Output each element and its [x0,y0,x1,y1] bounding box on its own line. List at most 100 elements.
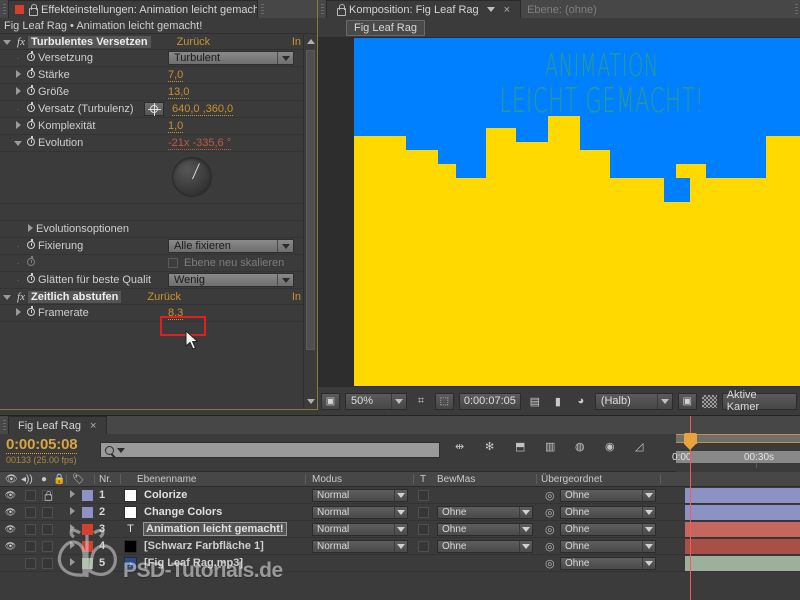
stopwatch-icon[interactable] [24,101,38,115]
live-update-icon[interactable]: ⇹ [455,440,471,456]
parent-dropdown[interactable]: Ohne [560,505,656,519]
column-header-mode[interactable]: Modus [312,474,342,485]
track-matte-dropdown[interactable]: Ohne [437,505,533,519]
panel-grip[interactable] [0,416,8,434]
label-color-swatch[interactable] [82,540,93,552]
lock-icon[interactable] [28,4,38,16]
twirl-right-icon[interactable] [12,69,24,81]
eye-toggle-icon[interactable]: 👁 [4,524,17,535]
effect-about-link[interactable]: In [292,36,303,48]
blend-mode-dropdown[interactable]: Normal [312,539,408,553]
stopwatch-icon[interactable] [24,272,38,286]
lock-toggle[interactable] [42,523,53,535]
search-input[interactable] [100,442,440,458]
stopwatch-icon[interactable] [24,305,38,319]
stopwatch-icon[interactable] [24,118,38,132]
effect-about-link[interactable]: In [292,291,303,303]
current-timecode[interactable]: 0:00:05:08 [6,436,78,454]
timeline-timecode-block[interactable]: 0:00:05:08 00133 (25.00 fps) [0,434,96,465]
track-matte-toggle[interactable] [418,540,429,552]
label-color-swatch[interactable] [82,489,93,501]
twirl-down-icon[interactable] [0,36,14,48]
property-row-komplexitaet[interactable]: Komplexität 1,0 [0,118,303,135]
evolution-value[interactable]: -21x -335,6 ° [168,137,232,150]
parent-pickwhip-icon[interactable]: ◎ [545,523,555,536]
table-row[interactable]: 👁 2 Change Colors Normal Ohne ◎ Ohne [0,504,800,521]
twirl-right-icon[interactable] [12,307,24,319]
framerate-value[interactable]: 8,3 [168,307,184,320]
stopwatch-icon[interactable] [24,67,38,81]
current-time-field[interactable]: 0:00:07:05 [458,392,521,410]
track-matte-dropdown[interactable]: Ohne [437,539,533,553]
property-row-fixierung[interactable]: · Fixierung Alle fixieren [0,238,303,255]
stopwatch-icon[interactable] [24,135,38,149]
audio-toggle[interactable] [25,489,36,501]
track-matte-toggle[interactable] [418,506,429,518]
camera-view-dropdown[interactable]: Aktive Kamer [721,389,798,413]
hide-shy-layers-icon[interactable]: ⬒ [515,440,531,456]
evolution-angle-dial[interactable] [172,157,212,197]
point-picker-icon[interactable] [144,102,164,116]
twirl-right-icon[interactable] [70,489,75,501]
lock-toggle[interactable] [42,540,53,552]
label-color-swatch[interactable] [82,506,93,518]
parent-dropdown[interactable]: Ohne [560,488,656,502]
lock-toggle[interactable] [42,557,53,569]
table-row[interactable]: 👁 3 T Animation leicht gemacht! Normal O… [0,521,800,538]
show-snapshot-icon[interactable]: ▮ [549,393,567,410]
property-row-staerke[interactable]: Stärke 7,0 [0,67,303,84]
composition-viewer[interactable]: ANIMATION LEICHT GEMACHT! [318,38,800,386]
property-row-versatz-turbulenz[interactable]: · Versatz (Turbulenz) 640,0 ,360,0 [0,101,303,118]
eye-toggle-icon[interactable]: 👁 [4,490,17,501]
effect-reset-link[interactable]: Zurück [177,36,211,48]
panel-grip[interactable] [0,0,8,18]
layer-name[interactable]: Animation leicht gemacht! [143,522,287,536]
column-header-track-matte[interactable]: BewMas [437,474,475,485]
draft-3d-icon[interactable]: ✻ [485,440,501,456]
graph-editor-icon[interactable]: ◿ [635,440,651,456]
region-target-icon[interactable]: ▣ [677,392,697,410]
scroll-down-icon[interactable] [304,394,317,408]
tab-timeline[interactable]: Fig Leaf Rag × [8,416,108,434]
scrollbar-thumb[interactable] [306,50,315,350]
chevron-down-icon[interactable] [117,447,125,453]
blend-mode-dropdown[interactable]: Normal [312,522,408,536]
komplexitaet-value[interactable]: 1,0 [168,120,184,133]
panel-grip-right[interactable] [258,0,266,18]
twirl-right-icon[interactable] [12,86,24,98]
audio-toggle[interactable] [25,540,36,552]
tab-layer[interactable]: Ebene: (ohne) [521,0,603,18]
versetzung-dropdown[interactable]: Turbulent [168,51,294,65]
lock-toggle[interactable] [42,489,53,501]
glaetten-dropdown[interactable]: Wenig [168,273,294,287]
chevron-down-icon[interactable] [486,7,495,12]
zoom-level-dropdown[interactable]: 50% [344,392,407,410]
parent-dropdown[interactable]: Ohne [560,539,656,553]
brainstorm-icon[interactable]: ◉ [605,440,621,456]
property-row-evolution[interactable]: Evolution -21x -335,6 ° [0,135,303,152]
parent-dropdown[interactable]: Ohne [560,556,656,570]
tab-effect-controls[interactable]: Effekteinstellungen: Animation leicht ge… [8,0,258,18]
effect-controls-scrollbar[interactable] [303,34,317,408]
property-group-evolutionsoptionen[interactable]: Evolutionsoptionen [0,221,303,238]
table-row[interactable]: 👁 4 [Schwarz Farbfläche 1] Normal Ohne ◎… [0,538,800,555]
playhead-handle[interactable] [684,433,697,450]
table-row[interactable]: 5 ♪ [Fig Leaf Rag.mp3] ◎ Ohne [0,555,800,572]
column-header-parent[interactable]: Übergeordnet [541,474,602,485]
scroll-up-icon[interactable] [304,34,317,48]
blend-mode-dropdown[interactable]: Normal [312,505,408,519]
tab-composition[interactable]: Komposition: Fig Leaf Rag × [326,0,522,18]
track-matte-dropdown[interactable]: Ohne [437,522,533,536]
panel-grip[interactable] [318,0,326,18]
close-icon[interactable]: × [499,4,515,16]
lock-icon[interactable] [336,4,346,16]
frame-blending-icon[interactable]: ▥ [545,440,561,456]
audio-toggle[interactable] [25,506,36,518]
blend-mode-dropdown[interactable]: Normal [312,488,408,502]
property-row-glaetten[interactable]: · Glätten für beste Qualit Wenig [0,272,303,289]
layer-name[interactable]: [Schwarz Farbfläche 1] [144,540,264,552]
motion-blur-icon[interactable]: ◍ [575,440,591,456]
versatz-value[interactable]: 640,0 ,360,0 [172,103,234,116]
layer-duration-bar[interactable] [685,556,800,571]
stopwatch-icon[interactable] [24,50,38,64]
